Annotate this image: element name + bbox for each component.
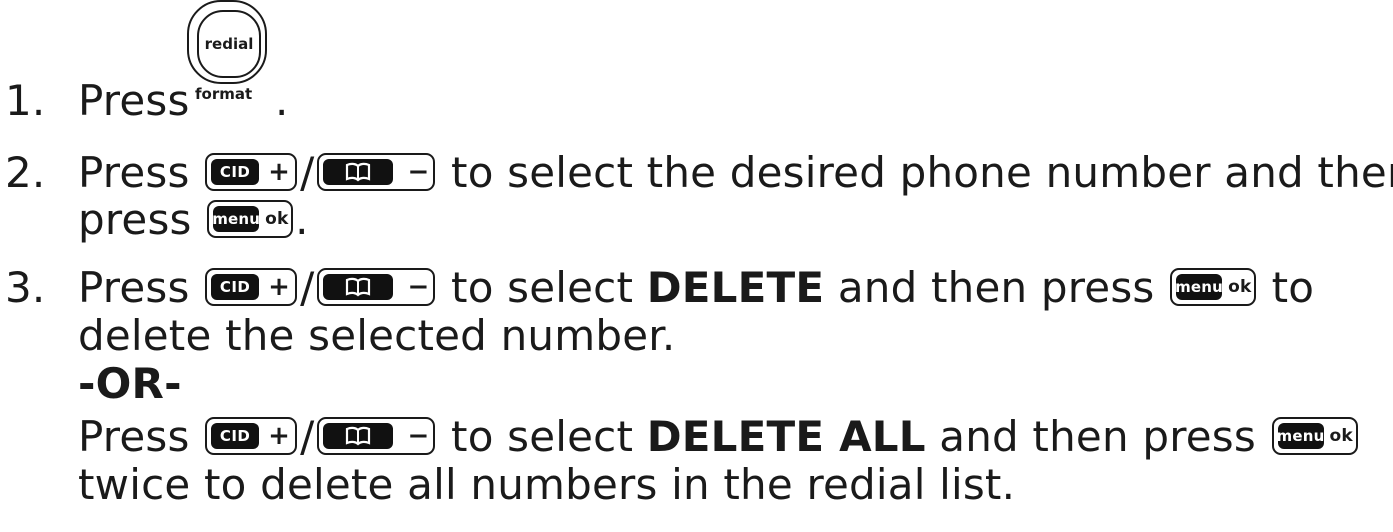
step-number: 2. bbox=[5, 148, 46, 197]
or-separator: -OR- bbox=[78, 359, 182, 408]
minus-symbol: − bbox=[407, 271, 430, 302]
cid-plus-key-icon: CID + bbox=[205, 416, 298, 455]
step-text: delete the selected number. bbox=[78, 311, 676, 360]
step-text: Press CID + / − to select the desired phone… bbox=[78, 148, 1393, 198]
plus-symbol: + bbox=[268, 156, 291, 187]
step-text: Press CID + / − to select DELETE and then p… bbox=[78, 263, 1314, 313]
step-text-press: press bbox=[78, 195, 192, 244]
book-icon bbox=[323, 273, 394, 300]
book-icon bbox=[323, 422, 394, 449]
step-text-press: Press bbox=[78, 263, 190, 312]
step-text-press: Press bbox=[78, 412, 190, 461]
menu-key-label: menu bbox=[1175, 273, 1223, 300]
menu-ok-key-icon: menu ok bbox=[207, 199, 294, 238]
step-text-select: to select the desired phone number and t… bbox=[451, 148, 1393, 197]
redial-key-icon: redial format bbox=[187, 0, 269, 106]
ok-symbol: ok bbox=[265, 208, 289, 229]
phonebook-minus-key-icon: − bbox=[317, 152, 436, 191]
step-text-press: Press bbox=[78, 148, 190, 197]
phonebook-minus-key-icon: − bbox=[317, 416, 436, 455]
step-text-select: to select bbox=[451, 263, 634, 312]
slash: / bbox=[300, 148, 315, 197]
redial-key-outline: redial bbox=[187, 0, 267, 84]
alternative-step-continuation: twice to delete all numbers in the redia… bbox=[78, 460, 1015, 510]
cid-plus-key-icon: CID + bbox=[205, 152, 298, 191]
delete-option: DELETE bbox=[646, 263, 825, 312]
slash: / bbox=[300, 263, 315, 312]
step-text-to: to bbox=[1271, 263, 1315, 312]
instruction-document: 1. Press redial format . 2. Press CID + / −… bbox=[0, 0, 1393, 532]
phonebook-minus-key-icon: − bbox=[317, 267, 436, 306]
ok-symbol: ok bbox=[1329, 425, 1353, 446]
step-1-period: . bbox=[275, 76, 289, 125]
minus-symbol: − bbox=[407, 420, 430, 451]
menu-ok-key-icon: menu ok bbox=[1170, 267, 1257, 306]
step-3-continuation: delete the selected number. bbox=[78, 311, 675, 361]
book-icon bbox=[323, 158, 394, 185]
cid-key-label: CID bbox=[211, 273, 260, 300]
step-text: Press bbox=[78, 76, 190, 125]
minus-symbol: − bbox=[407, 156, 430, 187]
step-text-then: and then press bbox=[837, 263, 1155, 312]
slash: / bbox=[300, 412, 315, 461]
period: . bbox=[295, 195, 309, 244]
step-text-then: and then press bbox=[939, 412, 1256, 461]
step-text-select: to select bbox=[451, 412, 634, 461]
alternative-step: Press CID + / − to select DELETE ALL and th… bbox=[78, 412, 1360, 462]
step-number: 1. bbox=[5, 76, 46, 125]
redial-key-sublabel: format bbox=[195, 85, 253, 103]
step-text: twice to delete all numbers in the redia… bbox=[78, 460, 1016, 509]
ok-symbol: ok bbox=[1228, 276, 1252, 297]
delete-all-option: DELETE ALL bbox=[646, 412, 926, 461]
plus-symbol: + bbox=[268, 271, 291, 302]
menu-key-label: menu bbox=[212, 205, 260, 232]
menu-ok-key-icon: menu ok bbox=[1271, 416, 1358, 455]
step-2-continuation: press menu ok. bbox=[78, 195, 309, 245]
redial-key-label: redial bbox=[197, 10, 261, 78]
menu-key-label: menu bbox=[1277, 422, 1324, 449]
plus-symbol: + bbox=[268, 420, 291, 451]
cid-key-label: CID bbox=[211, 158, 260, 185]
cid-key-label: CID bbox=[211, 422, 260, 449]
step-number: 3. bbox=[5, 263, 46, 312]
cid-plus-key-icon: CID + bbox=[205, 267, 298, 306]
